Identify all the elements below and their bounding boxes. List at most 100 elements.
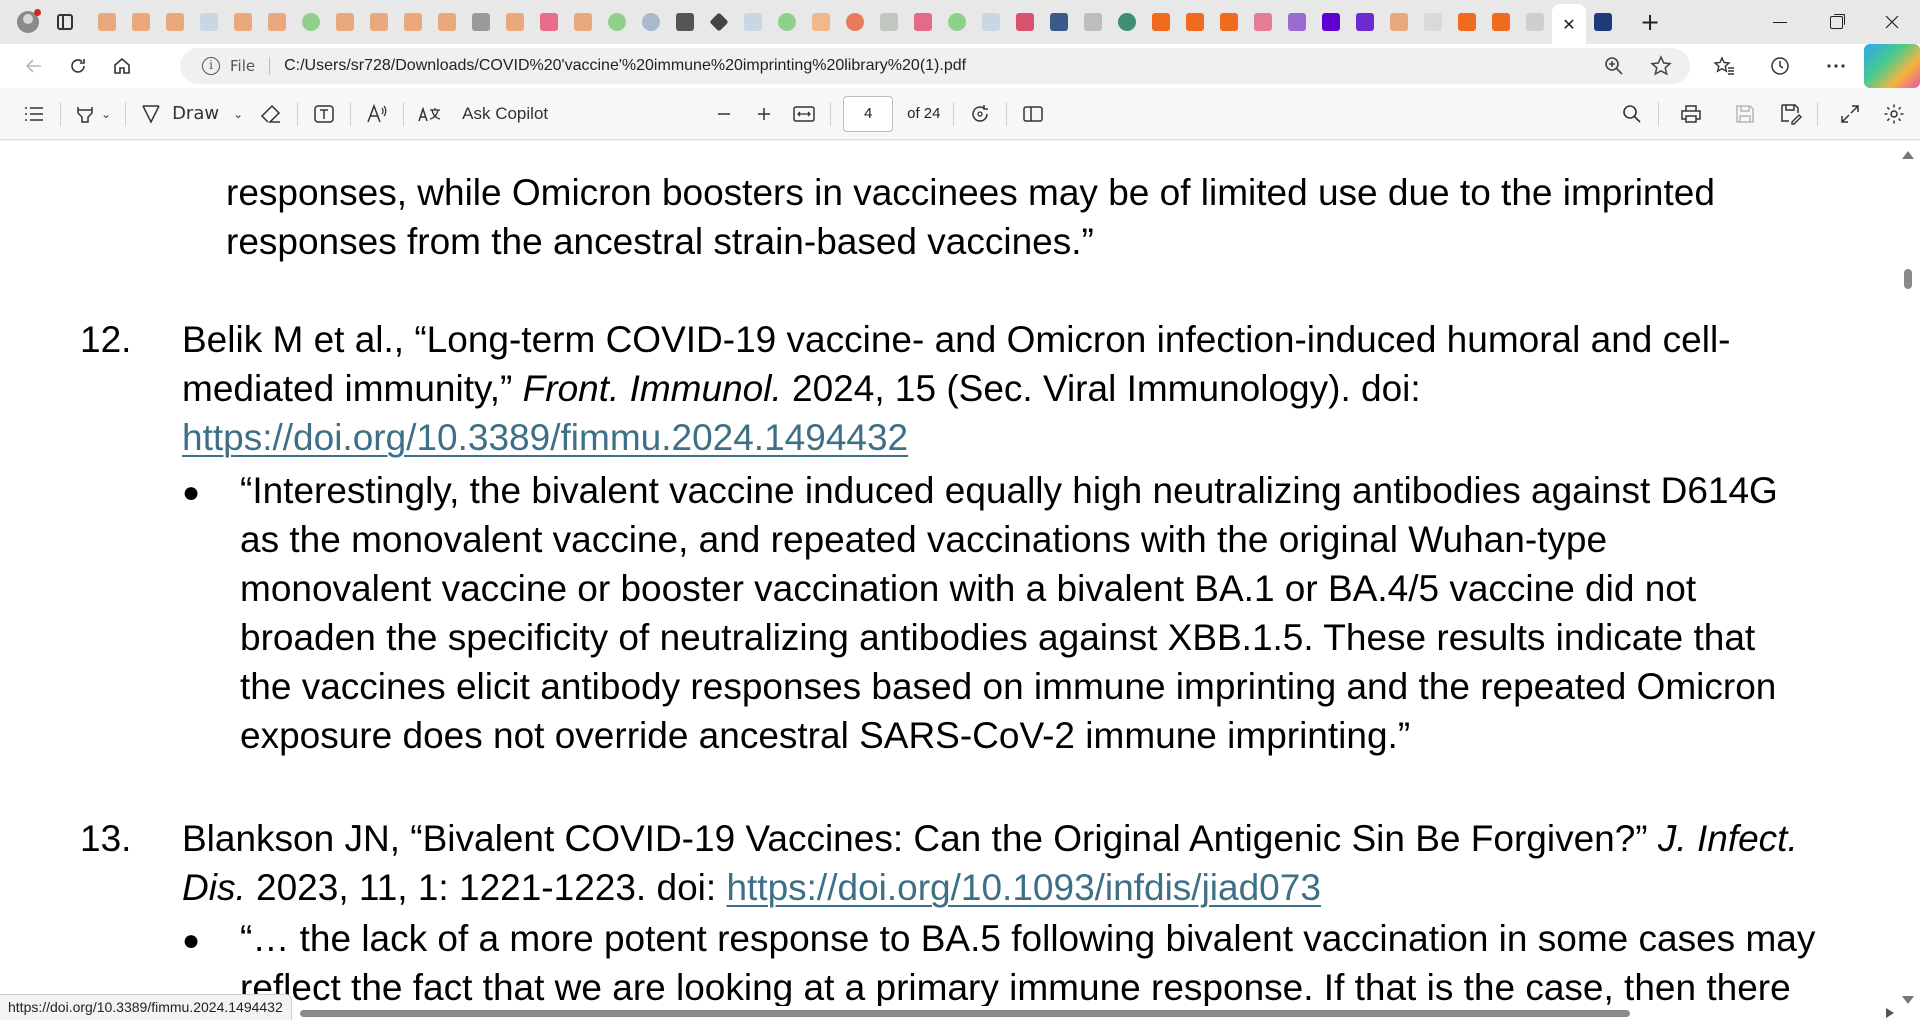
active-tab[interactable]: ✕ — [1552, 4, 1586, 44]
tab[interactable] — [1076, 4, 1110, 40]
print-button[interactable] — [1671, 94, 1711, 134]
tab[interactable] — [1348, 4, 1382, 40]
page-number-input[interactable]: 4 — [843, 95, 894, 132]
rotate-button[interactable] — [960, 94, 1000, 134]
pdf-settings-button[interactable] — [1874, 94, 1914, 134]
tab[interactable] — [1280, 4, 1314, 40]
zoom-in-button[interactable] — [744, 94, 784, 134]
chevron-down-icon: ⌄ — [233, 106, 244, 121]
toolbar-divider — [1005, 101, 1007, 126]
tab[interactable] — [872, 4, 906, 40]
tab[interactable] — [362, 4, 396, 40]
tab[interactable] — [566, 4, 600, 40]
tab[interactable] — [1450, 4, 1484, 40]
favorites-button[interactable] — [1696, 44, 1752, 88]
tab[interactable] — [464, 4, 498, 40]
tab[interactable] — [328, 4, 362, 40]
vertical-scroll-thumb[interactable] — [1904, 269, 1912, 289]
horizontal-scroll-thumb[interactable] — [300, 1010, 1630, 1017]
site-info-icon[interactable]: i — [202, 57, 220, 75]
tab[interactable] — [838, 4, 872, 40]
ask-copilot-button[interactable]: Ask Copilot — [454, 94, 556, 134]
tab[interactable] — [702, 4, 736, 40]
rotate-icon — [971, 104, 988, 122]
tab[interactable] — [124, 4, 158, 40]
tab[interactable] — [260, 4, 294, 40]
tab[interactable] — [396, 4, 430, 40]
tab[interactable] — [1484, 4, 1518, 40]
back-button[interactable] — [12, 48, 56, 84]
tab[interactable] — [1178, 4, 1212, 40]
draw-button[interactable]: Draw ⌄ — [132, 94, 251, 134]
tab[interactable] — [770, 4, 804, 40]
erase-button[interactable] — [251, 94, 291, 134]
profile-avatar[interactable] — [10, 4, 46, 40]
tab[interactable] — [906, 4, 940, 40]
zoom-out-button[interactable] — [704, 94, 744, 134]
quote-line: broaden the specificity of neutralizing … — [240, 617, 1756, 658]
full-screen-button[interactable] — [1830, 94, 1870, 134]
favorite-star-icon[interactable] — [1650, 55, 1672, 77]
scroll-down-arrow-icon[interactable] — [1902, 996, 1914, 1004]
save-as-button[interactable] — [1771, 94, 1811, 134]
tab[interactable] — [158, 4, 192, 40]
tab[interactable] — [736, 4, 770, 40]
tab[interactable] — [1518, 4, 1552, 40]
tab[interactable] — [1586, 4, 1620, 40]
copilot-button[interactable] — [1864, 44, 1920, 88]
tab[interactable] — [226, 4, 260, 40]
fit-width-button[interactable] — [784, 94, 824, 134]
tab[interactable] — [1416, 4, 1450, 40]
tab[interactable] — [1042, 4, 1076, 40]
translate-button[interactable] — [410, 94, 450, 134]
tab[interactable] — [634, 4, 668, 40]
address-bar[interactable]: i File C:/Users/sr728/Downloads/COVID%20… — [180, 48, 1690, 84]
tab[interactable] — [1144, 4, 1178, 40]
tab[interactable] — [1314, 4, 1348, 40]
tab[interactable] — [294, 4, 328, 40]
tab[interactable] — [1008, 4, 1042, 40]
scroll-up-arrow-icon[interactable] — [1902, 151, 1914, 159]
new-tab-button[interactable]: + — [1630, 4, 1670, 40]
tab[interactable] — [498, 4, 532, 40]
tab[interactable] — [532, 4, 566, 40]
refresh-button[interactable] — [56, 48, 100, 84]
tab[interactable] — [1110, 4, 1144, 40]
highlight-button[interactable]: ⌄ — [67, 94, 119, 134]
zoom-icon[interactable] — [1604, 56, 1624, 76]
tab[interactable] — [974, 4, 1008, 40]
tab[interactable] — [1212, 4, 1246, 40]
add-text-button[interactable] — [304, 94, 344, 134]
contents-button[interactable] — [14, 94, 54, 134]
scroll-right-arrow-icon[interactable] — [1886, 1008, 1894, 1018]
history-button[interactable] — [1752, 44, 1808, 88]
pdf-viewer[interactable]: responses, while Omicron boosters in vac… — [0, 141, 1920, 1020]
read-aloud-button[interactable] — [357, 94, 397, 134]
page-view-button[interactable] — [1013, 94, 1053, 134]
doi-link[interactable]: https://doi.org/10.3389/fimmu.2024.14944… — [182, 413, 908, 463]
vertical-scrollbar[interactable] — [1896, 141, 1920, 1010]
save-button[interactable] — [1725, 94, 1765, 134]
bookmark-favicon-icon — [1220, 13, 1238, 31]
tab[interactable] — [1382, 4, 1416, 40]
tab[interactable] — [668, 4, 702, 40]
url-text[interactable]: C:/Users/sr728/Downloads/COVID%20'vaccin… — [284, 57, 966, 75]
find-button[interactable] — [1612, 94, 1652, 134]
bookmark-favicon-icon — [438, 13, 456, 31]
minimize-button[interactable] — [1752, 0, 1808, 44]
close-window-button[interactable] — [1864, 0, 1920, 44]
home-button[interactable] — [100, 48, 144, 84]
tab-actions-button[interactable] — [46, 6, 84, 38]
doi-link[interactable]: https://doi.org/10.1093/infdis/jiad073 — [726, 867, 1320, 908]
tab[interactable] — [940, 4, 974, 40]
close-tab-icon[interactable]: ✕ — [1562, 15, 1575, 34]
tab[interactable] — [192, 4, 226, 40]
settings-more-button[interactable] — [1808, 44, 1864, 88]
tab[interactable] — [430, 4, 464, 40]
tab[interactable] — [600, 4, 634, 40]
bookmark-favicon-icon — [1186, 13, 1204, 31]
tab[interactable] — [804, 4, 838, 40]
restore-button[interactable] — [1808, 0, 1864, 44]
tab[interactable] — [90, 4, 124, 40]
tab[interactable] — [1246, 4, 1280, 40]
